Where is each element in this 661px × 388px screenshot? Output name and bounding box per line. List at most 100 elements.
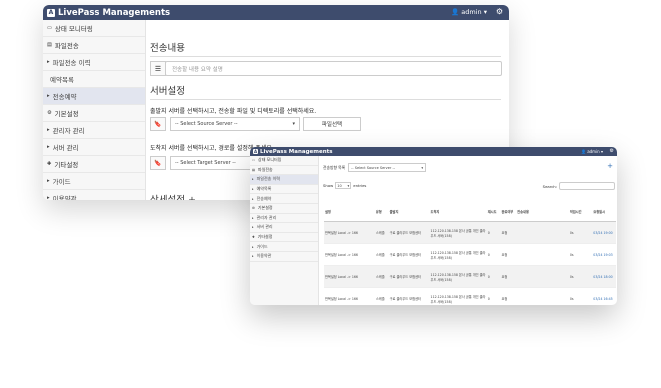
chevron-right-icon: ▸ [252, 225, 254, 230]
sidebar-item-label: 전송예약 [52, 93, 77, 101]
sidebar-item[interactable]: ▤ 파일전송 [43, 37, 145, 54]
app-logo[interactable]: A LivePass Managements [250, 149, 333, 155]
divider [150, 99, 501, 100]
sidebar-item[interactable]: ▸ 이용약관 [250, 252, 318, 262]
sidebar-item-label: 이용약관 [52, 195, 77, 200]
chevron-down-icon: ▾ [347, 183, 350, 188]
main-content: 전송방향 목록 -- Select Source Server -- ▾ + S… [320, 156, 617, 305]
sidebar-item[interactable]: ▸ 전송예약 [43, 88, 145, 105]
table-row[interactable]: 반복설정 Local -> 166 스케줄 구로 클라우드 보험센터 112.120.… [324, 265, 616, 288]
sidebar: ▭ 상태 모니터링 ▤ 파일전송 ▸ 파일전송 이력 ▸ 예약목록 ▸ 전송예약 ⚙ 기본설정 ▸ 관리자… [250, 156, 319, 305]
gear-icon: ⚙ [252, 206, 255, 211]
table-row[interactable]: 반복설정 Local -> 166 스케줄 구로 클라우드 보험센터 112.120.… [324, 221, 616, 244]
sidebar-item-label: 파일전송 [258, 166, 273, 172]
sidebar-item-label: 가이드 [256, 243, 268, 249]
col-header[interactable]: 작업시간 [568, 201, 593, 222]
file-select-button[interactable]: 파일선택 [303, 117, 361, 131]
cell-time: 0s [568, 287, 593, 305]
file-icon: ▤ [252, 167, 256, 172]
filter-select-value: -- Select Source Server -- [351, 165, 395, 170]
sidebar-item[interactable]: ▸ 서버 관리 [43, 139, 145, 156]
search-input[interactable] [559, 182, 615, 190]
gear-icon: ⚙ [47, 110, 52, 116]
cell-type: 스케줄 [374, 221, 389, 244]
sidebar-item-label: 관리자 관리 [256, 214, 277, 220]
show-label: Show [323, 183, 334, 188]
sidebar-item[interactable]: ▸ 서버 관리 [250, 223, 318, 233]
cell-content [516, 221, 569, 244]
table-header: 설명 유형 출발지 도착지 재시도 완료여부 전송내용 작업시간 요청일시 [324, 201, 616, 222]
cell-dst: 112.120.138.158 본사 공통 개인 클라우드 서버(158) [429, 221, 487, 244]
user-menu[interactable]: 👤 admin ▾ [581, 149, 603, 154]
table-row[interactable]: 반복설정 Local -> 166 스케줄 구로 클라우드 보험센터 112.120.… [324, 243, 616, 266]
memo-placeholder: 전송할 내용 요약 설명 [172, 66, 223, 73]
app-logo[interactable]: A LivePass Managements [43, 8, 170, 18]
entries-label: entries [353, 183, 367, 188]
chevron-right-icon: ▸ [252, 215, 254, 220]
show-entries: Show 10 ▾ entries [323, 182, 366, 189]
table-row[interactable]: 반복설정 Local -> 166 스케줄 구로 클라우드 보험센터 112.120.… [324, 287, 616, 305]
sidebar-item-label: 기본설정 [257, 205, 273, 211]
sidebar-item[interactable]: ✚ 기타설정 [43, 156, 145, 173]
memo-input[interactable]: 전송할 내용 요약 설명 [165, 61, 502, 76]
col-header[interactable]: 설명 [324, 201, 375, 222]
col-header[interactable]: 요청일시 [592, 201, 616, 222]
settings-gear-icon[interactable]: ⚙ [610, 148, 614, 154]
sidebar-item[interactable]: ▭ 상태 모니터링 [250, 156, 318, 166]
user-icon: 👤 [451, 8, 460, 16]
sidebar: ▭ 상태 모니터링 ▤ 파일전송 ▸ 파일전송 이력 예약목록 ▸ 전송예약 ⚙ 기본설정 ▸ 관리자 … [43, 20, 146, 200]
sidebar-item[interactable]: ⚙ 기본설정 [43, 105, 145, 122]
col-header[interactable]: 출발지 [388, 201, 430, 222]
sidebar-item-label: 파일전송 [54, 42, 79, 50]
filter-row: 전송방향 목록 -- Select Source Server -- ▾ [323, 163, 427, 172]
sidebar-item-label: 파일전송 이력 [256, 176, 280, 182]
col-header[interactable]: 재시도 [486, 201, 501, 222]
sidebar-item[interactable]: ▸ 이용약관 [43, 190, 145, 200]
sidebar-item[interactable]: ▸ 관리자 관리 [43, 122, 145, 139]
sidebar-item-label: 서버 관리 [256, 224, 273, 230]
add-plus-icon[interactable]: + [607, 162, 613, 170]
sidebar-item-label: 예약목록 [50, 76, 74, 84]
file-icon: ▤ [47, 42, 52, 48]
sidebar-item[interactable]: ✚ 기타설정 [250, 233, 318, 243]
sidebar-item[interactable]: ▸ 파일전송 이력 [250, 175, 318, 185]
page-size-select[interactable]: 10 ▾ [335, 182, 352, 189]
col-header[interactable]: 완료여부 [500, 201, 517, 222]
source-server-select[interactable]: -- Select Source Server -- ▾ [170, 117, 300, 131]
filter-source-select[interactable]: -- Select Source Server -- ▾ [348, 163, 427, 172]
sidebar-item[interactable]: ▤ 파일전송 [250, 166, 318, 176]
sidebar-item[interactable]: ▸ 예약목록 [250, 185, 318, 195]
user-menu[interactable]: 👤 admin ▾ [451, 8, 487, 16]
sidebar-item[interactable]: ▸ 관리자 관리 [250, 214, 318, 224]
chevron-right-icon: ▸ [47, 93, 50, 99]
sidebar-item[interactable]: ▸ 파일전송 이력 [43, 54, 145, 71]
sidebar-item-label: 이용약관 [256, 253, 272, 259]
top-navbar: A LivePass Managements 👤 admin ▾ ⚙ [43, 5, 509, 20]
sidebar-item[interactable]: ▸ 가이드 [43, 173, 145, 190]
cell-retry: 0 [486, 287, 501, 305]
sidebar-item-label: 서버 관리 [52, 144, 79, 152]
page-size-value: 10 [337, 183, 342, 188]
sidebar-item[interactable]: ▸ 가이드 [250, 242, 318, 252]
section-title-content: 전송내용 [150, 43, 185, 54]
chevron-right-icon: ▸ [252, 254, 254, 259]
col-header[interactable]: 유형 [374, 201, 389, 222]
cell-src: 구로 클라우드 보험센터 [388, 287, 430, 305]
front-window: A LivePass Managements 👤 admin ▾ ⚙ ▭ 상태 모… [250, 147, 617, 305]
settings-gear-icon[interactable]: ⚙ [496, 7, 503, 16]
sidebar-item-label: 기본설정 [54, 110, 79, 118]
target-select-value: -- Select Target Server -- [175, 160, 236, 166]
search-area: Search: [543, 182, 615, 190]
sidebar-item[interactable]: ▭ 상태 모니터링 [43, 20, 145, 37]
cell-content [516, 287, 569, 305]
col-header[interactable]: 전송내용 [516, 201, 569, 222]
bookmark-icon: 🔖 [150, 117, 166, 131]
col-header[interactable]: 도착지 [429, 201, 487, 222]
sidebar-item-label: 기타설정 [257, 234, 273, 240]
source-select-value: -- Select Source Server -- [175, 121, 238, 127]
chevron-right-icon: ▸ [252, 187, 254, 192]
sidebar-item[interactable]: ▸ 전송예약 [250, 194, 318, 204]
section-title-detail[interactable]: 상세설정 + [150, 192, 196, 200]
sidebar-item[interactable]: 예약목록 [43, 71, 145, 88]
sidebar-item[interactable]: ⚙ 기본설정 [250, 204, 318, 214]
